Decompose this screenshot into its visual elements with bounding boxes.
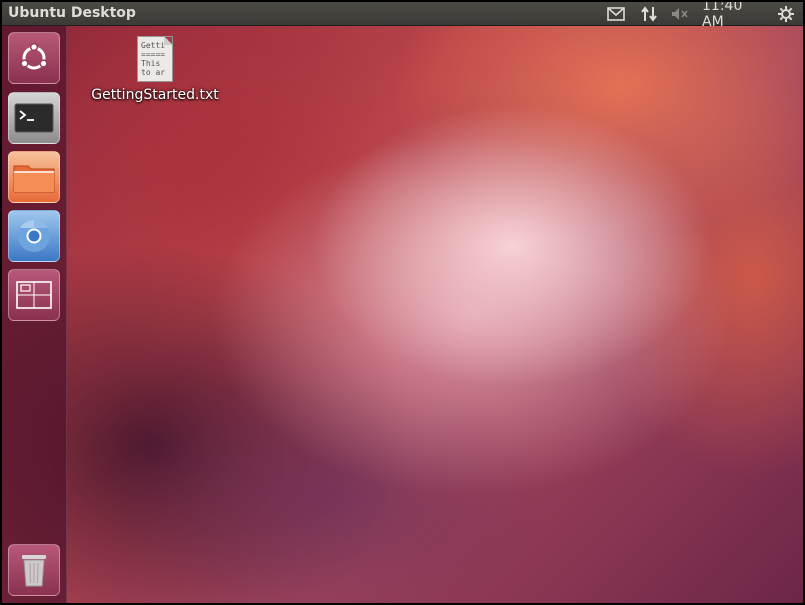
ubuntu-logo-icon <box>20 42 48 70</box>
trash-icon <box>22 555 46 587</box>
desktop-file-getting-started[interactable]: Getti ===== This to ar GettingStarted.tx… <box>90 36 220 103</box>
launcher-trash-button[interactable] <box>8 544 60 596</box>
chromium-icon <box>18 219 50 252</box>
top-panel: Ubuntu Desktop 11:40 AM <box>2 2 803 30</box>
launcher-files-button[interactable] <box>8 151 60 203</box>
file-preview-line: ===== <box>141 50 166 59</box>
file-preview-line: to ar <box>141 68 166 77</box>
workspaces-icon <box>16 281 52 309</box>
text-file-icon[interactable]: Getti ===== This to ar <box>137 36 173 82</box>
launcher-terminal-button[interactable] <box>8 92 60 144</box>
session-indicator[interactable] <box>775 4 797 24</box>
launcher <box>2 26 67 603</box>
launcher-chromium-button[interactable] <box>8 210 60 262</box>
screen-frame: Getti ===== This to ar GettingStarted.tx… <box>2 2 803 603</box>
sound-muted-icon <box>672 8 688 20</box>
messaging-indicator[interactable] <box>605 4 627 24</box>
desktop-background[interactable]: Getti ===== This to ar GettingStarted.tx… <box>2 26 803 603</box>
folder-icon <box>13 165 55 193</box>
network-icon <box>641 6 657 22</box>
panel-title: Ubuntu Desktop <box>8 5 136 21</box>
file-preview-line: This <box>141 59 161 68</box>
sound-indicator[interactable] <box>669 4 691 24</box>
mail-icon <box>607 7 625 21</box>
launcher-workspace-switcher-button[interactable] <box>8 269 60 321</box>
launcher-dash-button[interactable] <box>8 32 60 84</box>
clock-text: 11:40 AM <box>702 2 743 30</box>
network-indicator[interactable] <box>638 4 660 24</box>
file-preview-line: Getti <box>141 41 166 50</box>
desktop-file-label[interactable]: GettingStarted.txt <box>90 87 220 103</box>
session-gear-icon <box>778 6 794 22</box>
terminal-icon <box>14 103 54 133</box>
clock-indicator[interactable]: 11:40 AM <box>702 2 768 30</box>
